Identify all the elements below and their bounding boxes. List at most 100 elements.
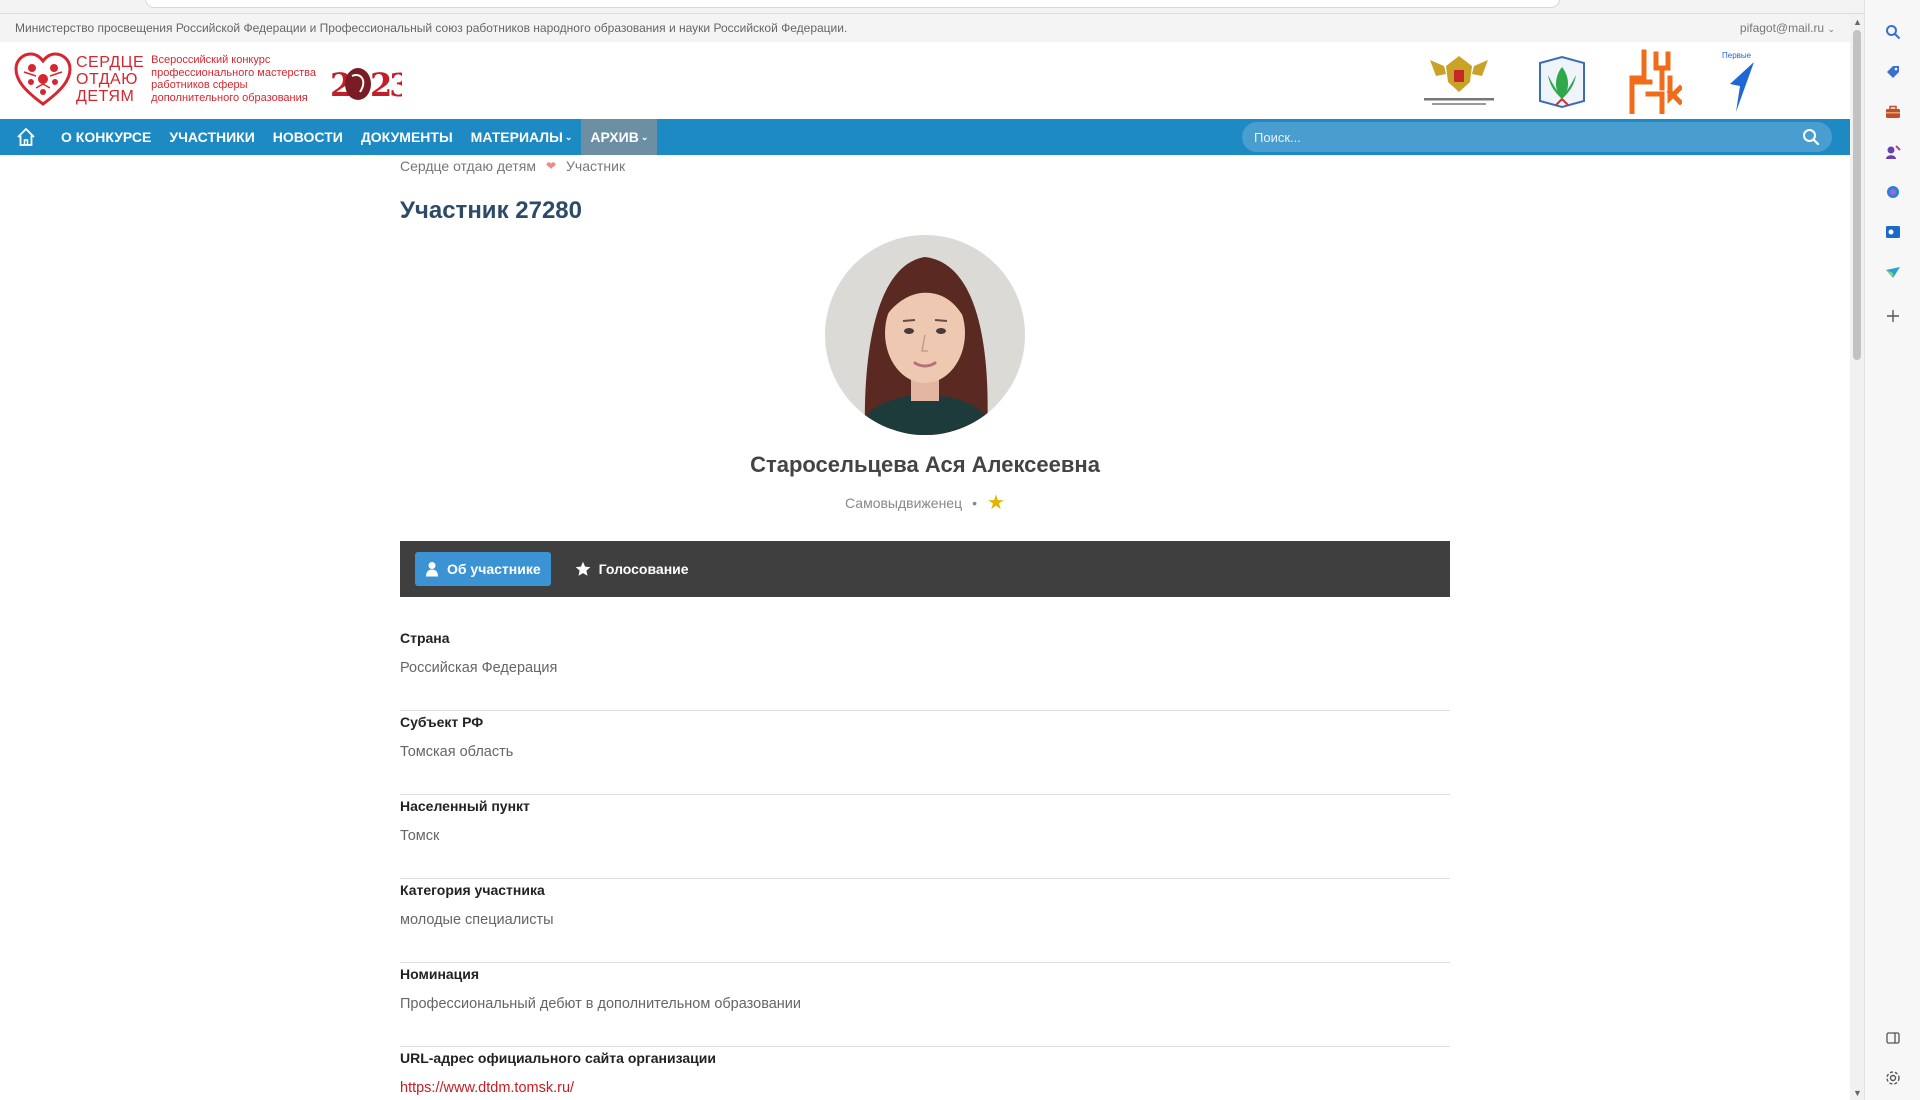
field-value: Томск [400,828,440,844]
outlook-icon[interactable] [1883,222,1903,242]
nav-item-archive[interactable]: Архив ⌄ [581,119,658,155]
site-logo[interactable]: СЕРДЦЕ ОТДАЮ ДЕТЯМ Всероссийский конкурс… [14,52,316,106]
logo-title: СЕРДЦЕ ОТДАЮ ДЕТЯМ [76,54,144,105]
user-icon [426,562,438,577]
profile-tabs: Об участнике Голосование [400,541,1450,597]
search-icon[interactable] [1883,22,1903,42]
field-label: Страна [400,630,450,646]
site-header: СЕРДЦЕ ОТДАЮ ДЕТЯМ Всероссийский конкурс… [0,42,1850,119]
pervye-logo-icon[interactable]: Первые [1720,50,1760,112]
browser-toolbar [0,0,1920,14]
year-2023-icon: 2 23 [330,66,413,104]
field-value: молодые специалисты [400,912,554,928]
search-box [1242,122,1832,152]
heart-icon: ❤ [545,159,557,173]
toolbox-icon[interactable] [1883,102,1903,122]
field-value: Российская Федерация [400,660,558,676]
logo-subline: Всероссийский конкурс [151,54,271,66]
user-menu[interactable]: pifagot@mail.ru ⌄ [1740,21,1835,35]
search-input[interactable] [1254,129,1802,145]
search-icon[interactable] [1802,128,1820,146]
ministry-emblem-icon[interactable] [1420,50,1498,112]
sidebar-toggle-icon[interactable] [1883,1028,1903,1048]
nav-label: Материалы [470,129,563,145]
scroll-up-icon[interactable]: ▲ [1853,17,1862,27]
partner-logos: Первые [1420,49,1760,114]
svg-text:23: 23 [370,66,402,104]
nav-label: Документы [360,129,453,145]
nav-item-materials[interactable]: Материалы ⌄ [462,119,582,155]
vtsk-logo-icon[interactable] [1626,49,1682,114]
page-title: Участник 27280 [400,197,582,224]
website-link[interactable]: https://www.dtdm.tomsk.ru/ [400,1080,1450,1096]
field-website: URL-адрес официального сайта организации… [400,1047,1450,1100]
logo-subtitle: Всероссийский конкурс профессионального … [151,54,316,104]
year-logo: 2 23 [330,62,413,113]
chevron-down-icon: ⌄ [1827,24,1835,34]
add-icon[interactable] [1883,306,1903,326]
breadcrumb-current: Участник [566,158,626,174]
page-scrollbar[interactable]: ▲ ▼ [1850,14,1864,1100]
chevron-down-icon: ⌄ [640,131,649,142]
participant-photo [825,235,1025,435]
send-icon[interactable] [1883,262,1903,282]
nav-item-news[interactable]: Новости [264,119,352,155]
star-icon [575,561,590,576]
profsoyuz-logo-icon[interactable] [1536,50,1588,112]
nav-label: Архив [590,129,639,145]
tab-label: Об участнике [447,561,541,577]
field-label: Субъект РФ [400,714,484,730]
logo-subline: работников сферы [151,79,248,91]
website: Министерство просвещения Российской Феде… [0,14,1850,1100]
logo-line: ОТДАЮ [76,70,138,88]
participant-status-line: Самовыдвиженец • ★ [400,490,1450,515]
browser-sidebar [1864,0,1920,1100]
logo-subline: профессионального мастерства [151,66,316,79]
participant-profile: Старосельцева Ася Алексеевна Самовыдвиже… [400,235,1450,515]
participant-status: Самовыдвиженец [845,494,963,511]
user-email: pifagot@mail.ru [1739,21,1825,35]
logo-line: СЕРДЦЕ [76,53,145,71]
copilot-icon[interactable] [1883,182,1903,202]
field-country: Страна Российская Федерация [400,627,1450,711]
main-nav: О конкурсе Участники Новости Документы М… [0,119,1850,155]
top-strip: Министерство просвещения Российской Феде… [0,14,1850,42]
separator-dot: • [972,494,978,511]
field-label: Категория участника [400,882,545,898]
ministry-text: Министерство просвещения Российской Феде… [15,21,848,35]
field-value: Томская область [400,744,514,760]
field-nomination: Номинация Профессиональный дебют в допол… [400,963,1450,1047]
participant-name: Старосельцева Ася Алексеевна [750,452,1100,477]
tag-icon[interactable] [1883,62,1903,82]
chevron-down-icon: ⌄ [564,131,573,142]
games-icon[interactable] [1883,142,1903,162]
pervye-label: Первые [1722,51,1752,60]
nav-item-documents[interactable]: Документы [352,119,462,155]
participant-fields: Страна Российская Федерация Субъект РФ Т… [400,627,1450,1100]
star-icon[interactable]: ★ [987,490,1005,515]
nav-label: О конкурсе [61,129,152,145]
nav-label: Участники [169,129,255,145]
nav-item-participants[interactable]: Участники [160,119,263,155]
tab-about-participant[interactable]: Об участнике [415,552,551,586]
home-icon [17,127,35,146]
main-content: Сердце отдаю детям ❤ Участник Участник 2… [400,155,1450,1100]
home-button[interactable] [0,119,52,155]
browser-address-bar[interactable] [145,0,1560,8]
logo-line: ДЕТЯМ [76,87,135,105]
field-region: Субъект РФ Томская область [400,711,1450,795]
scroll-down-icon[interactable]: ▼ [1853,1088,1862,1098]
field-label: URL-адрес официального сайта организации [400,1050,716,1066]
tab-label: Голосование [598,561,689,577]
field-city: Населенный пункт Томск [400,795,1450,879]
breadcrumb-home-link[interactable]: Сердце отдаю детям [400,158,536,174]
tab-voting[interactable]: Голосование [565,552,699,586]
field-label: Номинация [400,966,480,982]
nav-item-about[interactable]: О конкурсе [52,119,160,155]
nav-label: Новости [272,129,343,145]
avatar [825,235,1025,435]
gear-icon[interactable] [1883,1068,1903,1088]
scrollbar-thumb[interactable] [1853,30,1861,360]
field-value: Профессиональный дебют в дополнительном … [400,996,802,1012]
field-label: Населенный пункт [400,798,530,814]
